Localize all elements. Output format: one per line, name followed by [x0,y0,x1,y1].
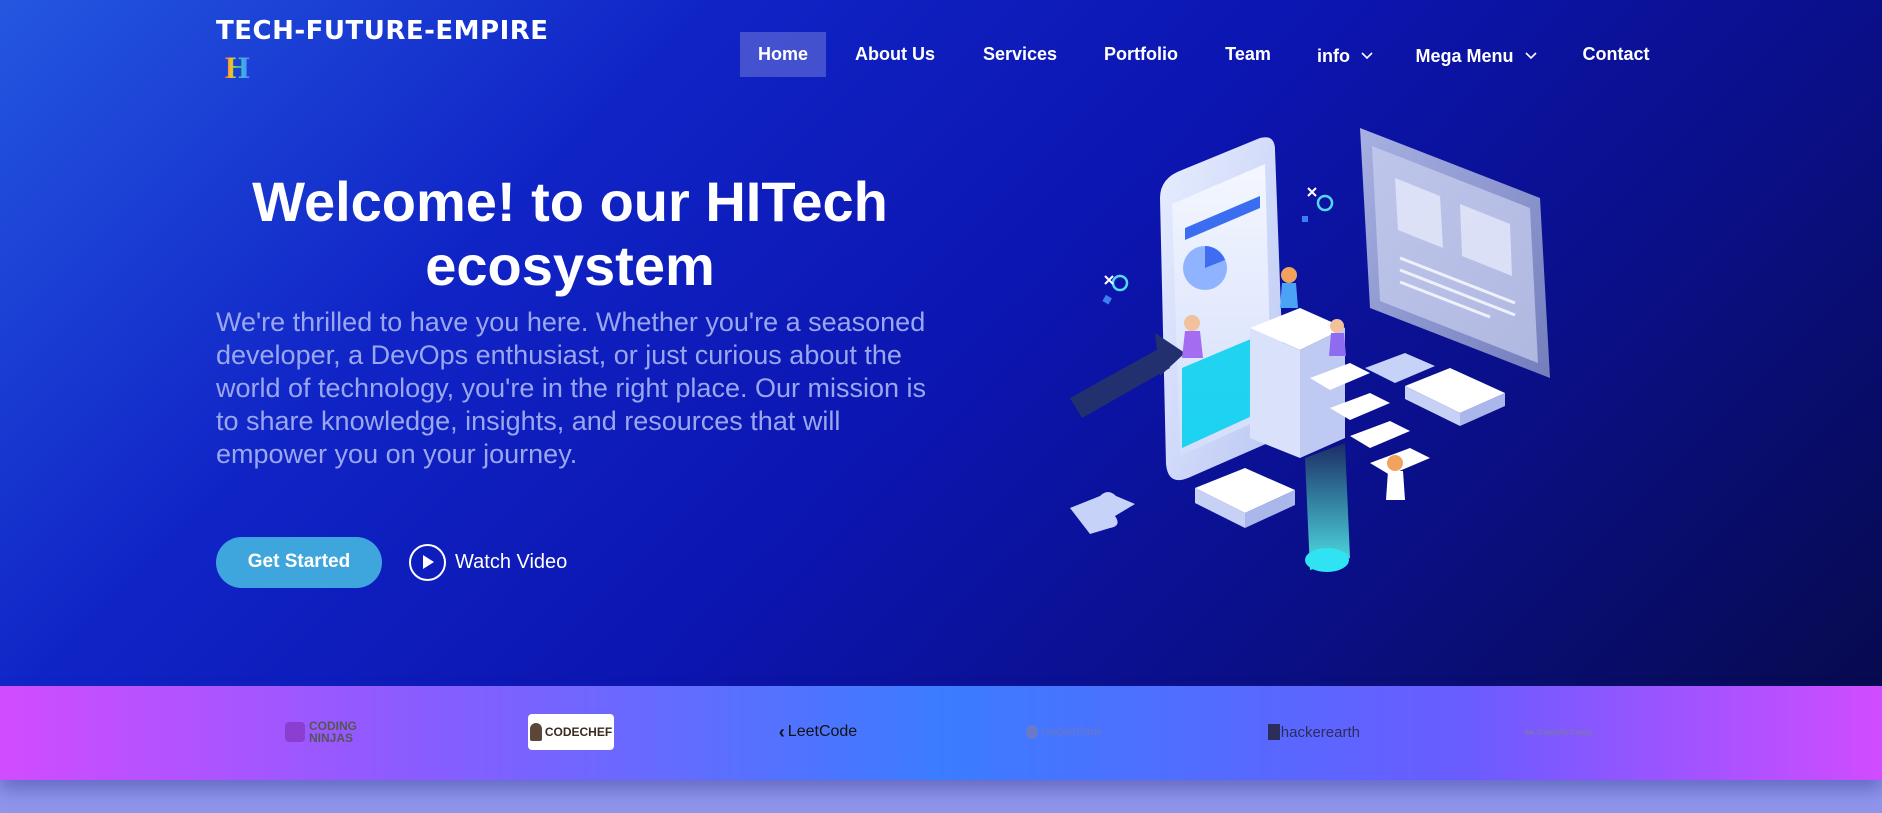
nav-services[interactable]: Services [976,32,1064,77]
chevron-down-icon [1524,32,1537,77]
nav-team[interactable]: Team [1218,32,1278,77]
nav-contact-label: Contact [1582,44,1650,64]
nav-contact[interactable]: Contact [1576,32,1656,77]
nav-mega-menu-label: Mega Menu [1415,46,1514,66]
leetcode-logo-icon: ‹ [778,721,785,742]
brand-hackerrank-label: HackerRank [1041,726,1102,738]
hero-section: TECH-FUTURE-EMPIRE H Home About Us Servi… [0,0,1882,686]
partner-logos-band: CODING NINJAS CODECHEF ‹ LeetCode Hacker… [0,686,1882,780]
hero-lead-text: We're thrilled to have you here. Whether… [216,307,926,469]
hero-heading-line2: ecosystem [425,234,715,297]
geeksforgeeks-logo-icon: ∞ [1525,725,1534,739]
nav-info-label: info [1316,46,1350,66]
brand-geeksforgeeks-label: GeeksforGeeks [1536,727,1593,737]
nav-about-label: About Us [855,44,935,64]
nav-portfolio[interactable]: Portfolio [1098,32,1184,77]
get-started-button[interactable]: Get Started [216,537,382,588]
watch-video-link[interactable]: Watch Video [409,543,567,581]
watch-video-label: Watch Video [455,550,568,573]
hackerearth-logo-icon [1268,724,1280,740]
brand-codechef-label: CODECHEF [544,725,613,739]
nav-info[interactable]: info [1312,32,1378,77]
brand-leetcode[interactable]: ‹ LeetCode [772,714,864,750]
brand-geeksforgeeks[interactable]: ∞ GeeksforGeeks [1516,714,1602,750]
play-icon [409,543,446,581]
brand-hackerearth[interactable]: hackerearth [1268,714,1360,750]
brand-hackerearth-label: hackerearth [1280,723,1360,741]
nav-mega-menu[interactable]: Mega Menu [1412,32,1540,77]
hero-illustration [1070,128,1550,572]
nav-about-us[interactable]: About Us [848,32,942,77]
brand-codechef[interactable]: CODECHEF [528,714,614,750]
nav-portfolio-label: Portfolio [1104,44,1178,64]
brand-leetcode-label: LeetCode [787,723,858,740]
coding-ninjas-logo-icon [285,722,305,742]
brand-coding-ninjas[interactable]: CODING NINJAS [280,714,364,750]
main-nav: Home About Us Services Portfolio Team in… [0,0,1882,90]
hero-heading-line1: Welcome! to our HITech [252,170,888,233]
brand-coding-ninjas-label: CODING NINJAS [309,719,357,745]
nav-home-label: Home [757,44,808,64]
chevron-down-icon [1361,32,1373,77]
hackerrank-logo-icon [1026,725,1039,739]
brand-hackerrank[interactable]: HackerRank [1026,714,1102,750]
hero-heading: Welcome! to our HITech ecosystem [216,170,924,298]
nav-services-label: Services [982,44,1058,64]
nav-team-label: Team [1225,44,1271,64]
nav-home[interactable]: Home [740,32,826,77]
codechef-logo-icon [529,723,542,741]
